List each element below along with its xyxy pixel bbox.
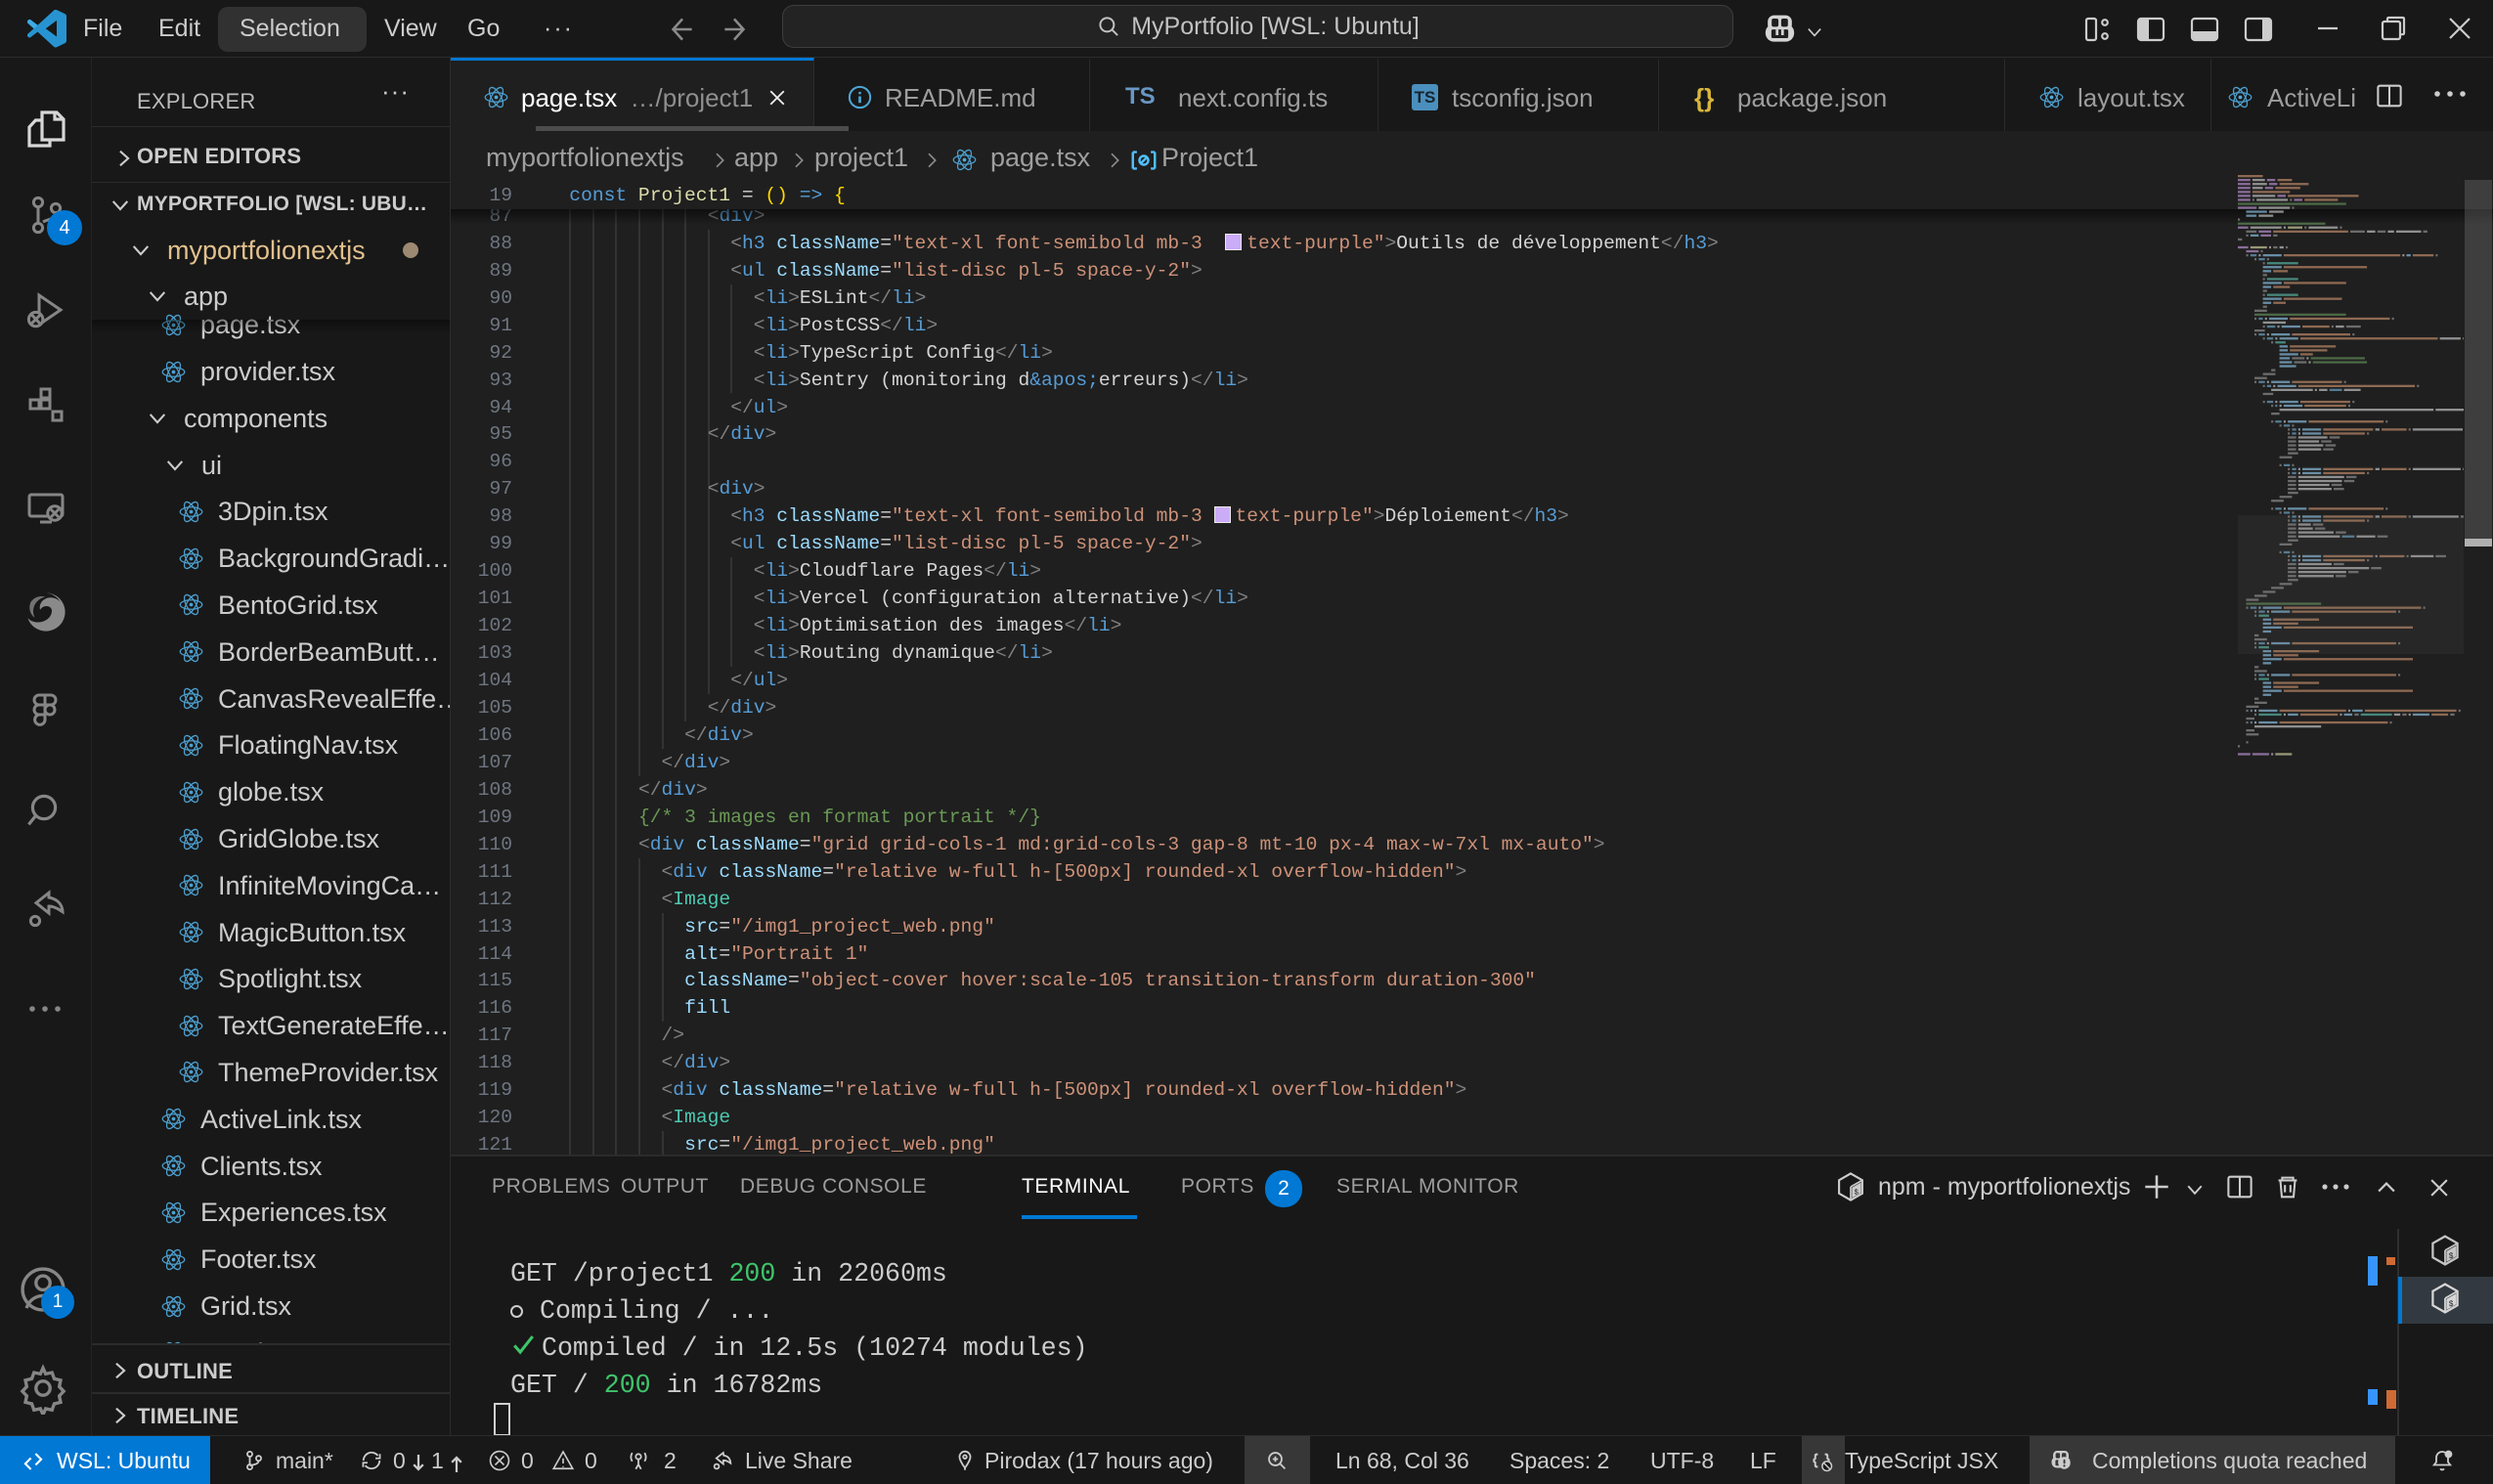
- svg-text:$: $: [1854, 1190, 1859, 1198]
- svg-text:$: $: [2449, 1252, 2454, 1261]
- svg-text:$: $: [2449, 1300, 2454, 1309]
